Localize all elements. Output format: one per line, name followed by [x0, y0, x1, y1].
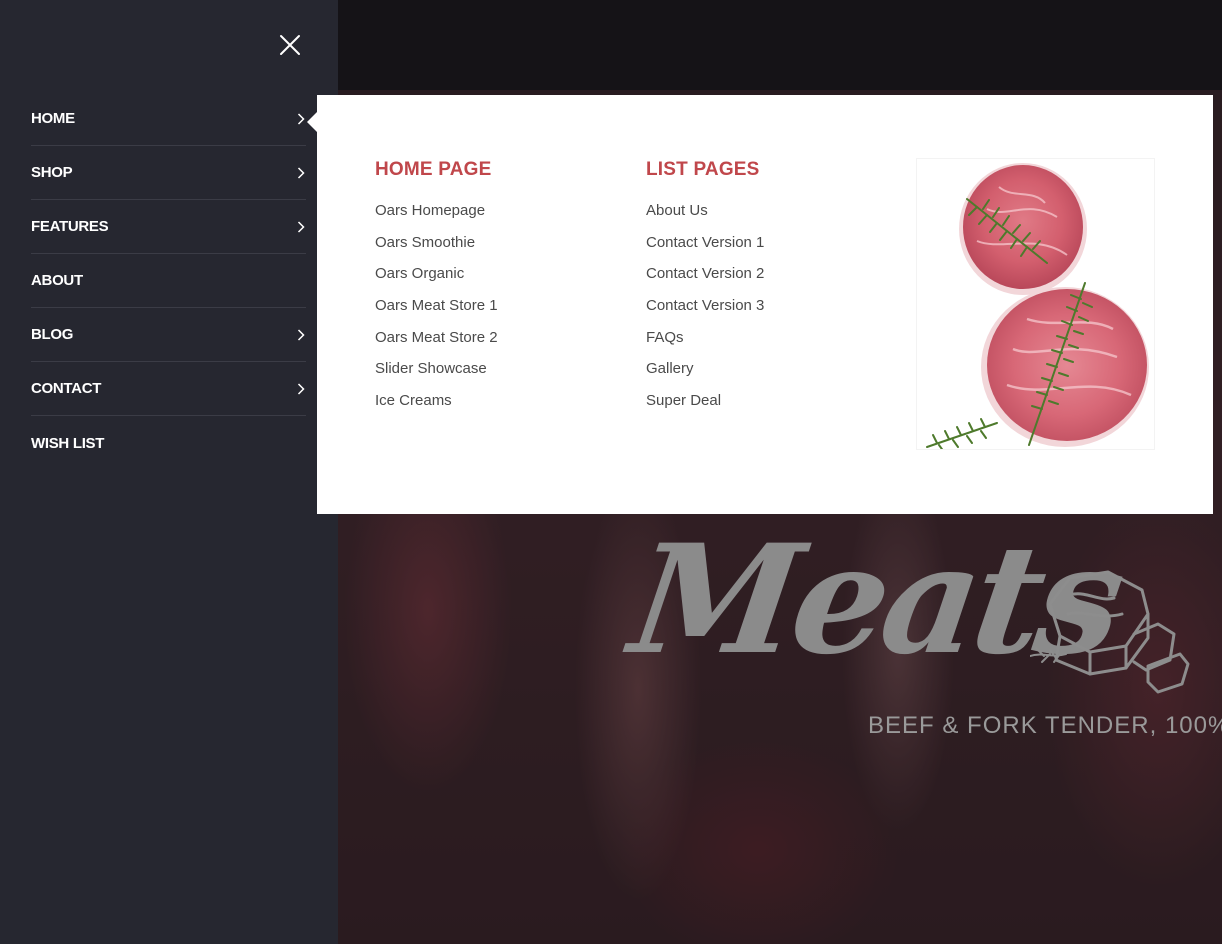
side-menu-nav: HOME SHOP FEATURES ABOUT BLOG CONTACT WI… — [31, 92, 306, 470]
close-menu-button[interactable] — [276, 31, 304, 59]
mega-menu-link[interactable]: Contact Version 3 — [646, 290, 764, 322]
mega-menu-pointer — [307, 112, 317, 132]
side-menu-item-label: FEATURES — [31, 218, 109, 235]
side-menu-item-shop[interactable]: SHOP — [31, 146, 306, 200]
mega-menu-column-home-page: HOME PAGE Oars Homepage Oars Smoothie Oa… — [375, 159, 498, 417]
mega-menu-link[interactable]: About Us — [646, 195, 764, 227]
home-mega-menu: HOME PAGE Oars Homepage Oars Smoothie Oa… — [307, 95, 1213, 514]
steak-illustration-icon — [1030, 570, 1190, 694]
mega-menu-link[interactable]: Oars Smoothie — [375, 227, 498, 259]
mega-menu-link[interactable]: Super Deal — [646, 385, 764, 417]
side-menu-item-features[interactable]: FEATURES — [31, 200, 306, 254]
mobile-side-menu: HOME SHOP FEATURES ABOUT BLOG CONTACT WI… — [0, 0, 338, 944]
mega-menu-link[interactable]: Oars Organic — [375, 258, 498, 290]
side-menu-item-label: HOME — [31, 110, 75, 127]
mega-menu-link[interactable]: Oars Meat Store 1 — [375, 290, 498, 322]
steak-photo — [926, 163, 1149, 449]
side-menu-item-label: SHOP — [31, 164, 73, 181]
mega-menu-heading: LIST PAGES — [646, 159, 760, 180]
mega-menu-link[interactable]: Oars Homepage — [375, 195, 498, 227]
chevron-right-icon — [296, 328, 306, 342]
mega-menu-link[interactable]: Gallery — [646, 353, 764, 385]
side-menu-item-blog[interactable]: BLOG — [31, 308, 306, 362]
side-menu-item-label: CONTACT — [31, 380, 102, 397]
mega-menu-link[interactable]: Oars Meat Store 2 — [375, 322, 498, 354]
chevron-right-icon — [296, 220, 306, 234]
hero-tagline: BEEF & FORK TENDER, 100% RE — [868, 712, 1222, 739]
mega-menu-promo-image[interactable] — [916, 158, 1155, 450]
side-menu-item-about[interactable]: ABOUT — [31, 254, 306, 308]
side-menu-item-contact[interactable]: CONTACT — [31, 362, 306, 416]
mega-menu-link-list: About Us Contact Version 1 Contact Versi… — [646, 195, 764, 417]
side-menu-item-home[interactable]: HOME — [31, 92, 306, 146]
mega-menu-link[interactable]: FAQs — [646, 322, 764, 354]
side-menu-item-label: WISH LIST — [31, 434, 105, 452]
mega-menu-link-list: Oars Homepage Oars Smoothie Oars Organic… — [375, 195, 498, 417]
chevron-right-icon — [296, 166, 306, 180]
chevron-right-icon — [296, 112, 306, 126]
side-menu-item-wish-list[interactable]: WISH LIST — [31, 416, 306, 470]
mega-menu-column-list-pages: LIST PAGES About Us Contact Version 1 Co… — [646, 159, 764, 417]
side-menu-item-label: ABOUT — [31, 272, 83, 289]
mega-menu-heading: HOME PAGE — [375, 159, 492, 180]
mega-menu-link[interactable]: Slider Showcase — [375, 353, 498, 385]
chevron-right-icon — [296, 382, 306, 396]
mega-menu-link[interactable]: Contact Version 2 — [646, 258, 764, 290]
mega-menu-link[interactable]: Ice Creams — [375, 385, 498, 417]
close-icon — [280, 35, 300, 55]
mega-menu-link[interactable]: Contact Version 1 — [646, 227, 764, 259]
side-menu-item-label: BLOG — [31, 326, 74, 343]
